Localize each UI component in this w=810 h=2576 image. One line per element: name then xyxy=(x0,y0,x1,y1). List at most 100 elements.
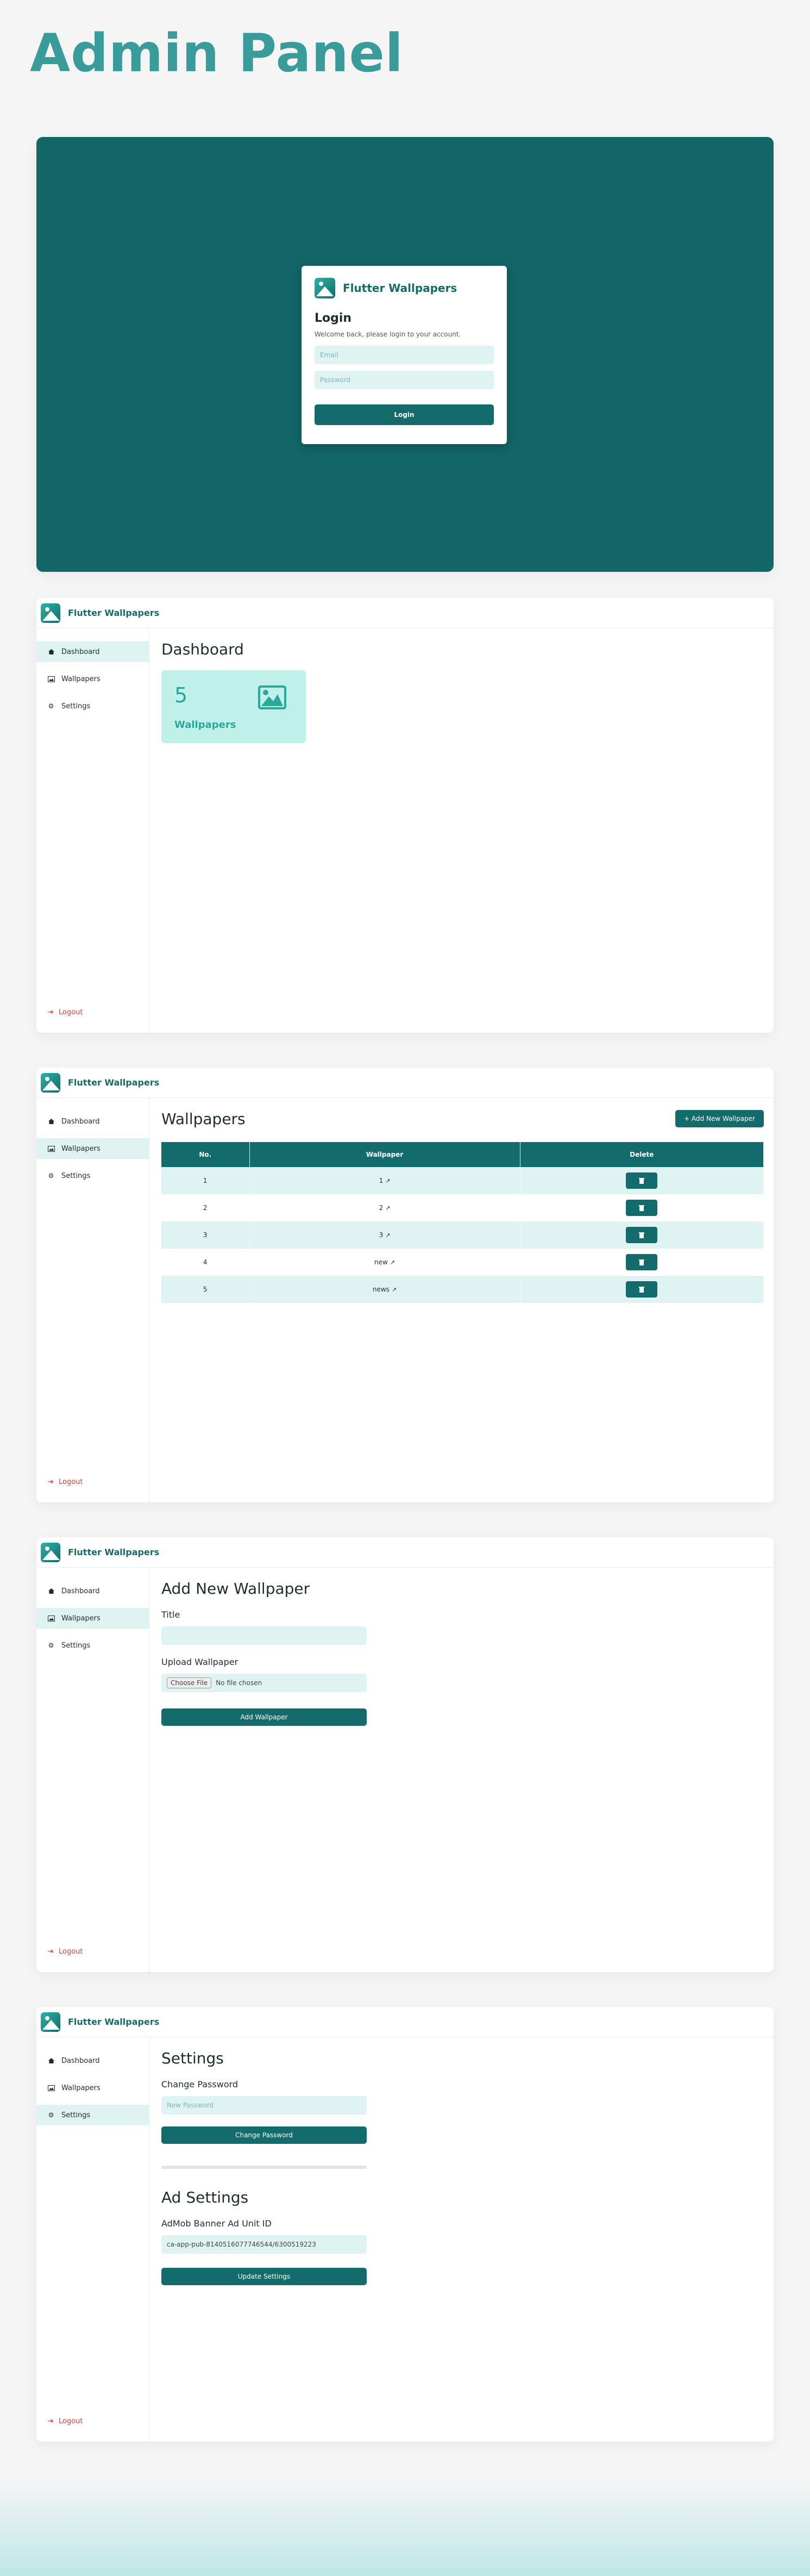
trash-icon xyxy=(639,1178,645,1184)
table-row: 1 1 ↗ xyxy=(161,1167,764,1194)
new-password-field[interactable] xyxy=(161,2096,367,2115)
add-wallpaper-form: Title Upload Wallpaper Choose File No fi… xyxy=(161,1610,367,1726)
wallpaper-link[interactable]: 2 xyxy=(379,1204,384,1212)
logout-button[interactable]: ⇥ Logout xyxy=(47,1008,83,1016)
external-link-icon[interactable]: ↗ xyxy=(392,1286,397,1293)
logout-button[interactable]: ⇥ Logout xyxy=(47,1948,83,1956)
external-link-icon[interactable]: ↗ xyxy=(385,1177,390,1184)
change-password-label: Change Password xyxy=(161,2079,238,2090)
external-link-icon[interactable]: ↗ xyxy=(385,1232,390,1239)
trash-icon xyxy=(639,1259,645,1265)
wallpaper-link[interactable]: new xyxy=(374,1258,388,1266)
page-title: Settings xyxy=(161,2049,224,2067)
sidebar-item-label: Dashboard xyxy=(61,1587,100,1595)
main-content: Dashboard 5 Wallpapers xyxy=(161,628,764,1033)
logout-button[interactable]: ⇥ Logout xyxy=(47,1478,83,1486)
login-title: Login xyxy=(315,311,352,325)
page-heading: Admin Panel xyxy=(30,23,404,84)
sidebar-item-label: Settings xyxy=(61,1171,91,1180)
logout-button[interactable]: ⇥ Logout xyxy=(47,2417,83,2425)
gear-icon: ⚙ xyxy=(48,2111,54,2119)
delete-cell xyxy=(520,1194,764,1221)
delete-button[interactable] xyxy=(626,1227,658,1243)
password-field[interactable] xyxy=(315,371,494,389)
sidebar-item-dashboard[interactable]: Dashboard xyxy=(36,641,149,662)
change-password-button[interactable]: Change Password xyxy=(161,2126,367,2144)
sidebar-item-settings[interactable]: ⚙ Settings xyxy=(36,2105,149,2125)
brand: Flutter Wallpapers xyxy=(41,1072,159,1093)
table-row: 4 new ↗ xyxy=(161,1249,764,1276)
external-link-icon[interactable]: ↗ xyxy=(390,1259,395,1266)
sidebar-item-label: Settings xyxy=(61,2111,91,2119)
add-wallpaper-submit-button[interactable]: Add Wallpaper xyxy=(161,1708,367,1726)
sidebar-item-wallpapers[interactable]: Wallpapers xyxy=(36,2078,149,2098)
title-field[interactable] xyxy=(161,1626,367,1645)
wallpaper-cell: 1 ↗ xyxy=(249,1167,520,1194)
dashboard-icon xyxy=(47,648,55,656)
logout-label: Logout xyxy=(58,2417,83,2425)
sidebar-item-label: Dashboard xyxy=(61,2056,100,2065)
login-button[interactable]: Login xyxy=(315,404,494,425)
add-wallpaper-button[interactable]: + Add New Wallpaper xyxy=(675,1110,764,1127)
login-screen: Flutter Wallpapers Login Welcome back, p… xyxy=(36,137,774,572)
login-card: Flutter Wallpapers Login Welcome back, p… xyxy=(302,266,507,444)
dashboard-screen: Flutter Wallpapers Dashboard Wallpapers … xyxy=(36,598,774,1033)
wallpaper-link[interactable]: 3 xyxy=(379,1231,384,1239)
sidebar-item-settings[interactable]: ⚙ Settings xyxy=(36,1635,149,1656)
choose-file-button[interactable]: Choose File xyxy=(167,1677,212,1688)
page-title: Add New Wallpaper xyxy=(161,1580,310,1598)
delete-button[interactable] xyxy=(626,1254,658,1270)
external-link-icon[interactable]: ↗ xyxy=(385,1205,390,1212)
delete-button[interactable] xyxy=(626,1200,658,1216)
file-input[interactable]: Choose File No file chosen xyxy=(161,1674,367,1692)
sidebar-item-label: Dashboard xyxy=(61,647,100,656)
image-icon xyxy=(47,675,55,683)
sidebar-item-wallpapers[interactable]: Wallpapers xyxy=(36,1138,149,1159)
sidebar-item-label: Wallpapers xyxy=(61,1614,101,1623)
brand-name: Flutter Wallpapers xyxy=(68,608,160,618)
delete-button[interactable] xyxy=(626,1172,658,1189)
sidebar-item-dashboard[interactable]: Dashboard xyxy=(36,2050,149,2071)
sidebar-item-label: Wallpapers xyxy=(61,2084,101,2092)
wallpapers-table: No. Wallpaper Delete 1 1 ↗ 2 2 ↗ 3 3 ↗ 4… xyxy=(161,1142,764,1303)
add-wallpaper-screen: Flutter Wallpapers Dashboard Wallpapers … xyxy=(36,1537,774,1972)
wallpaper-link[interactable]: news xyxy=(373,1286,390,1293)
main-content: Add New Wallpaper Title Upload Wallpaper… xyxy=(161,1568,764,1972)
table-row: 2 2 ↗ xyxy=(161,1194,764,1221)
sidebar-item-wallpapers[interactable]: Wallpapers xyxy=(36,669,149,689)
logout-icon: ⇥ xyxy=(47,1008,53,1016)
sidebar-item-wallpapers[interactable]: Wallpapers xyxy=(36,1608,149,1629)
wallpapers-stat-card[interactable]: 5 Wallpapers xyxy=(161,670,306,743)
column-header: No. xyxy=(161,1142,250,1167)
title-label: Title xyxy=(161,1610,180,1620)
column-header: Wallpaper xyxy=(249,1142,520,1167)
logout-label: Logout xyxy=(58,1948,83,1956)
brand: Flutter Wallpapers xyxy=(41,2012,159,2032)
wallpaper-link[interactable]: 1 xyxy=(379,1177,384,1184)
sidebar-item-settings[interactable]: ⚙ Settings xyxy=(36,1165,149,1186)
brand: Flutter Wallpapers xyxy=(41,603,159,623)
brand-name: Flutter Wallpapers xyxy=(343,282,457,295)
sidebar-item-dashboard[interactable]: Dashboard xyxy=(36,1581,149,1601)
main-content: Wallpapers + Add New Wallpaper No. Wallp… xyxy=(161,1098,764,1502)
delete-button[interactable] xyxy=(626,1281,658,1298)
brand-name: Flutter Wallpapers xyxy=(68,1547,160,1557)
admob-field[interactable] xyxy=(161,2235,367,2254)
stat-label: Wallpapers xyxy=(174,719,236,731)
table-row: 5 news ↗ xyxy=(161,1276,764,1303)
sidebar-item-dashboard[interactable]: Dashboard xyxy=(36,1111,149,1132)
logo-icon xyxy=(41,2012,60,2032)
trash-icon xyxy=(639,1205,645,1211)
sidebar-item-label: Dashboard xyxy=(61,1117,100,1126)
row-number: 5 xyxy=(161,1276,250,1303)
logout-label: Logout xyxy=(58,1008,83,1016)
trash-icon xyxy=(639,1232,645,1238)
logo-icon xyxy=(41,1542,60,1562)
sidebar-item-label: Settings xyxy=(61,702,91,710)
upload-label: Upload Wallpaper xyxy=(161,1657,238,1667)
email-field[interactable] xyxy=(315,346,494,364)
delete-cell xyxy=(520,1167,764,1194)
topbar: Flutter Wallpapers xyxy=(36,598,774,628)
sidebar-item-settings[interactable]: ⚙ Settings xyxy=(36,696,149,716)
update-settings-button[interactable]: Update Settings xyxy=(161,2268,367,2285)
